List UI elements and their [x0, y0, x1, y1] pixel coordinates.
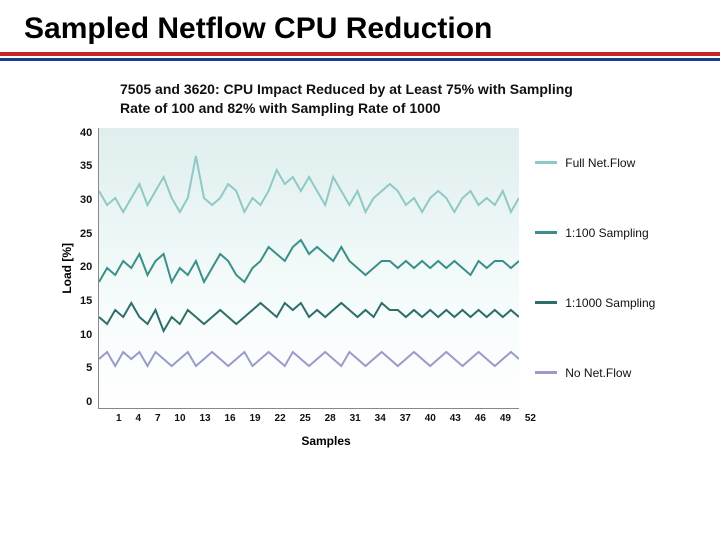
y-tick: 40 [80, 128, 92, 139]
series-line [99, 303, 519, 331]
y-axis-label: Load [%] [60, 243, 74, 294]
x-tick: 37 [400, 413, 411, 424]
x-tick: 43 [450, 413, 461, 424]
chart: 7505 and 3620: CPU Impact Reduced by at … [60, 80, 660, 448]
chart-title: 7505 and 3620: CPU Impact Reduced by at … [120, 80, 600, 118]
x-tick: 10 [174, 413, 185, 424]
y-tick: 25 [80, 229, 92, 240]
y-tick: 20 [80, 262, 92, 273]
legend-label: 1:1000 Sampling [565, 296, 655, 310]
x-tick: 46 [475, 413, 486, 424]
divider-blue [0, 58, 720, 61]
y-tick: 15 [80, 296, 92, 307]
x-tick: 28 [325, 413, 336, 424]
legend-swatch [535, 161, 557, 164]
x-tick: 16 [224, 413, 235, 424]
y-tick: 10 [80, 330, 92, 341]
x-tick: 40 [425, 413, 436, 424]
series-line [99, 352, 519, 366]
legend-item: No Net.Flow [535, 366, 655, 380]
series-line [99, 240, 519, 282]
x-ticks: 1 4 7 10 13 16 19 22 25 28 31 34 37 40 43 46 49 52 [116, 413, 536, 424]
plot-row: Load [%] 40 35 30 25 20 15 10 5 0 Full Net.Flow 1… [60, 128, 660, 409]
x-tick: 1 [116, 413, 122, 424]
x-tick: 31 [350, 413, 361, 424]
plot-area [98, 128, 519, 409]
y-tick: 35 [80, 161, 92, 172]
legend-swatch [535, 301, 557, 304]
legend-swatch [535, 231, 557, 234]
x-tick: 19 [250, 413, 261, 424]
legend-swatch [535, 371, 557, 374]
page-title: Sampled Netflow CPU Reduction [0, 0, 720, 52]
legend: Full Net.Flow 1:100 Sampling 1:1000 Sampli… [535, 128, 655, 408]
slide: Sampled Netflow CPU Reduction 7505 and 3… [0, 0, 720, 540]
x-tick: 7 [155, 413, 161, 424]
legend-label: 1:100 Sampling [565, 226, 648, 240]
legend-item: 1:100 Sampling [535, 226, 655, 240]
y-tick: 0 [80, 397, 92, 408]
x-tick: 13 [199, 413, 210, 424]
x-tick: 49 [500, 413, 511, 424]
legend-item: Full Net.Flow [535, 156, 655, 170]
y-tick: 5 [80, 363, 92, 374]
x-tick: 52 [525, 413, 536, 424]
legend-item: 1:1000 Sampling [535, 296, 655, 310]
y-ticks: 40 35 30 25 20 15 10 5 0 [80, 128, 98, 408]
divider-red [0, 52, 720, 56]
series-line [99, 156, 519, 212]
x-tick: 22 [275, 413, 286, 424]
y-tick: 30 [80, 195, 92, 206]
x-tick: 34 [375, 413, 386, 424]
x-axis-label: Samples [116, 434, 536, 448]
legend-label: No Net.Flow [565, 366, 631, 380]
x-tick: 25 [300, 413, 311, 424]
x-tick: 4 [135, 413, 141, 424]
legend-label: Full Net.Flow [565, 156, 635, 170]
